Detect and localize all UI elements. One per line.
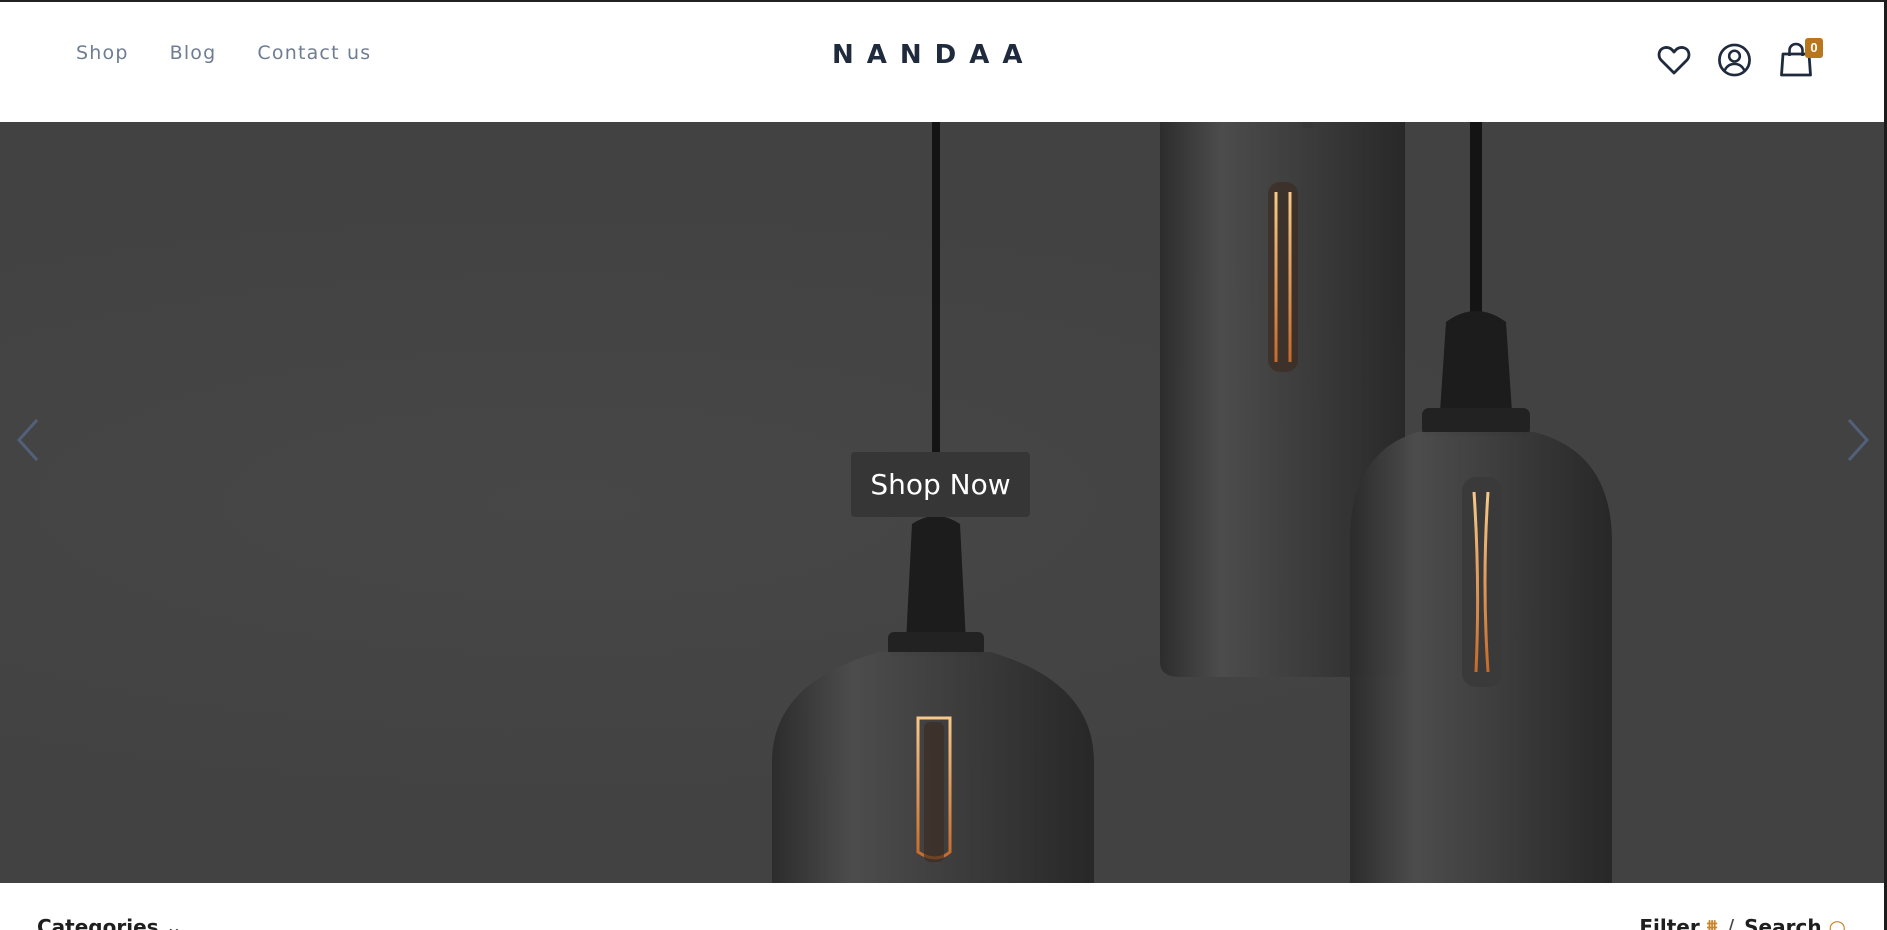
filter-button[interactable]: Filter ⩩: [1639, 915, 1717, 930]
search-button[interactable]: Search ○: [1744, 915, 1846, 930]
filter-icon: ⩩: [1706, 915, 1718, 930]
nav-link-shop[interactable]: Shop: [76, 42, 129, 64]
user-circle-icon: [1718, 43, 1751, 77]
main-nav: Shop Blog Contact us: [76, 42, 371, 64]
separator: /: [1727, 915, 1735, 930]
shop-toolbar: Categories ⌄ Filter ⩩ / Search ○: [0, 883, 1884, 930]
cart-count-badge: 0: [1805, 38, 1823, 58]
chevron-down-icon: ⌄: [165, 915, 183, 930]
search-icon: ○: [1828, 915, 1846, 930]
account-button[interactable]: [1717, 42, 1752, 78]
header-actions: 0: [1656, 38, 1823, 78]
cart-button[interactable]: 0: [1778, 38, 1823, 78]
nav-link-blog[interactable]: Blog: [170, 42, 217, 64]
heart-icon: [1657, 46, 1690, 75]
chevron-left-icon: [16, 418, 39, 462]
search-label: Search: [1744, 915, 1822, 930]
hero-banner: Shop Now: [0, 122, 1884, 883]
categories-label: Categories: [37, 915, 159, 930]
brand-logo[interactable]: NANDAA: [832, 40, 1035, 70]
filter-label: Filter: [1639, 915, 1700, 930]
shop-now-button[interactable]: Shop Now: [851, 452, 1030, 517]
carousel-next-button[interactable]: [1838, 410, 1878, 470]
filter-search-group: Filter ⩩ / Search ○: [1639, 915, 1846, 930]
carousel-prev-button[interactable]: [8, 410, 48, 470]
nav-link-contact[interactable]: Contact us: [257, 42, 371, 64]
chevron-right-icon: [1847, 418, 1870, 462]
wishlist-button[interactable]: [1656, 42, 1691, 78]
categories-dropdown[interactable]: Categories ⌄: [37, 915, 182, 930]
site-header: Shop Blog Contact us NANDAA 0: [0, 2, 1884, 122]
